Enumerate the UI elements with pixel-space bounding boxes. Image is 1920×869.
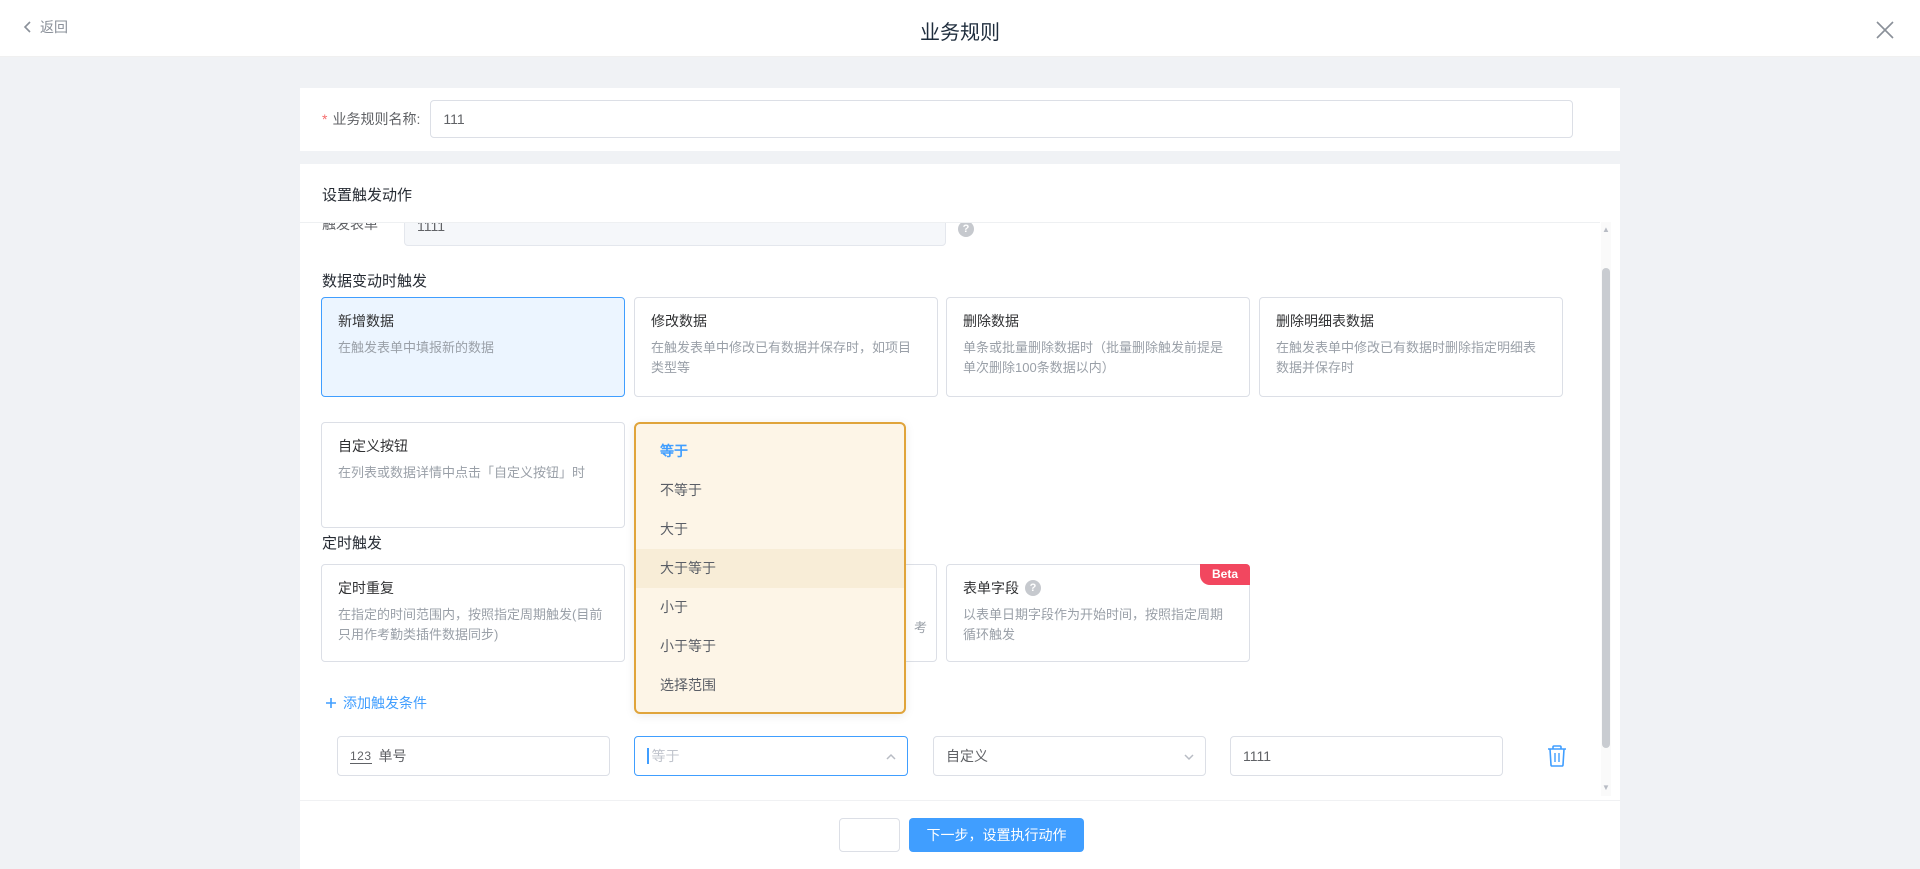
timed-trigger-title: 定时触发 bbox=[322, 532, 382, 553]
cancel-button[interactable] bbox=[839, 818, 900, 852]
dropdown-option-equals[interactable]: 等于 bbox=[636, 432, 904, 471]
trigger-card-custom-button[interactable]: 自定义按钮 在列表或数据详情中点击「自定义按钮」时 bbox=[321, 422, 625, 528]
dropdown-option-less-equal[interactable]: 小于等于 bbox=[636, 627, 904, 666]
card-desc: 在触发表单中修改已有数据并保存时，如项目类型等 bbox=[651, 338, 921, 378]
trigger-card-form-field[interactable]: Beta 表单字段 以表单日期字段作为开始时间，按照指定周期循环触发 bbox=[946, 564, 1250, 662]
hidden-card-text-fragment: 考 bbox=[914, 617, 927, 636]
trigger-card-delete-data[interactable]: 删除数据 单条或批量删除数据时（批量删除触发前提是单次删除100条数据以内） bbox=[946, 297, 1250, 397]
condition-value-input-wrap bbox=[1230, 736, 1503, 776]
add-condition-link[interactable]: 添加触发条件 bbox=[325, 693, 427, 713]
card-title: 表单字段 bbox=[963, 578, 1019, 598]
value-type-label: 自定义 bbox=[946, 746, 988, 766]
card-title: 删除明细表数据 bbox=[1276, 311, 1546, 331]
trigger-form-input[interactable] bbox=[404, 222, 946, 246]
condition-value-input[interactable] bbox=[1243, 748, 1490, 764]
help-icon[interactable] bbox=[1025, 580, 1041, 596]
condition-field-select[interactable]: 123 单号 bbox=[337, 736, 610, 776]
dropdown-option-greater-equal[interactable]: 大于等于 bbox=[636, 549, 904, 588]
scroll-down-icon[interactable]: ▼ bbox=[1601, 782, 1611, 794]
card-title: 自定义按钮 bbox=[338, 436, 608, 456]
scrollbar-thumb[interactable] bbox=[1602, 268, 1610, 748]
card-desc: 以表单日期字段作为开始时间，按照指定周期循环触发 bbox=[963, 605, 1233, 645]
next-step-button[interactable]: 下一步，设置执行动作 bbox=[909, 818, 1084, 852]
help-icon[interactable] bbox=[958, 222, 974, 237]
plus-icon bbox=[325, 697, 337, 709]
condition-operator-select[interactable]: 等于 bbox=[634, 736, 908, 776]
operator-placeholder: 等于 bbox=[652, 746, 680, 766]
condition-value-type-select[interactable]: 自定义 bbox=[933, 736, 1206, 776]
dropdown-option-not-equals[interactable]: 不等于 bbox=[636, 471, 904, 510]
text-caret bbox=[647, 748, 649, 764]
rule-name-label: 业务规则名称: bbox=[332, 109, 420, 129]
close-icon[interactable] bbox=[1872, 17, 1898, 43]
vertical-scrollbar[interactable]: ▲ ▼ bbox=[1601, 222, 1611, 796]
card-desc: 在触发表单中填报新的数据 bbox=[338, 338, 608, 358]
trigger-card-modify-data[interactable]: 修改数据 在触发表单中修改已有数据并保存时，如项目类型等 bbox=[634, 297, 938, 397]
scroll-up-icon[interactable]: ▲ bbox=[1601, 224, 1611, 236]
card-desc: 在指定的时间范围内，按照指定周期触发(目前只用作考勤类插件数据同步) bbox=[338, 605, 608, 645]
condition-field-label: 单号 bbox=[379, 746, 407, 766]
card-desc: 在列表或数据详情中点击「自定义按钮」时 bbox=[338, 463, 608, 483]
operator-dropdown: 等于 不等于 大于 大于等于 小于 小于等于 选择范围 bbox=[634, 422, 906, 714]
beta-badge: Beta bbox=[1200, 564, 1250, 585]
add-condition-label: 添加触发条件 bbox=[343, 693, 427, 713]
card-desc: 单条或批量删除数据时（批量删除触发前提是单次删除100条数据以内） bbox=[963, 338, 1233, 378]
card-desc: 在触发表单中修改已有数据时删除指定明细表数据并保存时 bbox=[1276, 338, 1546, 378]
dropdown-option-range[interactable]: 选择范围 bbox=[636, 666, 904, 705]
trigger-card-add-data[interactable]: 新增数据 在触发表单中填报新的数据 bbox=[321, 297, 625, 397]
page-title: 业务规则 bbox=[0, 16, 1920, 45]
number-field-type-icon: 123 bbox=[350, 749, 372, 764]
footer-divider bbox=[300, 800, 1620, 801]
rule-name-section: * 业务规则名称: bbox=[300, 88, 1620, 151]
card-title: 删除数据 bbox=[963, 311, 1233, 331]
required-mark: * bbox=[322, 111, 327, 127]
trigger-card-delete-subtable-data[interactable]: 删除明细表数据 在触发表单中修改已有数据时删除指定明细表数据并保存时 bbox=[1259, 297, 1563, 397]
trigger-form-label: 触发表单 bbox=[322, 222, 378, 234]
chevron-down-icon bbox=[1183, 751, 1195, 763]
dropdown-option-greater[interactable]: 大于 bbox=[636, 510, 904, 549]
trigger-card-timed-repeat[interactable]: 定时重复 在指定的时间范围内，按照指定周期触发(目前只用作考勤类插件数据同步) bbox=[321, 564, 625, 662]
chevron-up-icon bbox=[885, 751, 897, 763]
data-change-title: 数据变动时触发 bbox=[322, 270, 427, 291]
card-title: 新增数据 bbox=[338, 311, 608, 331]
rule-name-input[interactable] bbox=[430, 100, 1573, 138]
trigger-scroll-area: 触发表单 数据变动时触发 新增数据 在触发表单中填报新的数据 修改数据 在触发表… bbox=[300, 222, 1600, 796]
trash-icon[interactable] bbox=[1546, 744, 1568, 768]
card-title: 修改数据 bbox=[651, 311, 921, 331]
dropdown-option-less[interactable]: 小于 bbox=[636, 588, 904, 627]
card-title: 定时重复 bbox=[338, 578, 608, 598]
top-bar: 返回 业务规则 bbox=[0, 0, 1920, 57]
trigger-section: 设置触发动作 触发表单 数据变动时触发 新增数据 在触发表单中填报新的数据 修改… bbox=[300, 164, 1620, 869]
trigger-section-title: 设置触发动作 bbox=[322, 184, 412, 205]
